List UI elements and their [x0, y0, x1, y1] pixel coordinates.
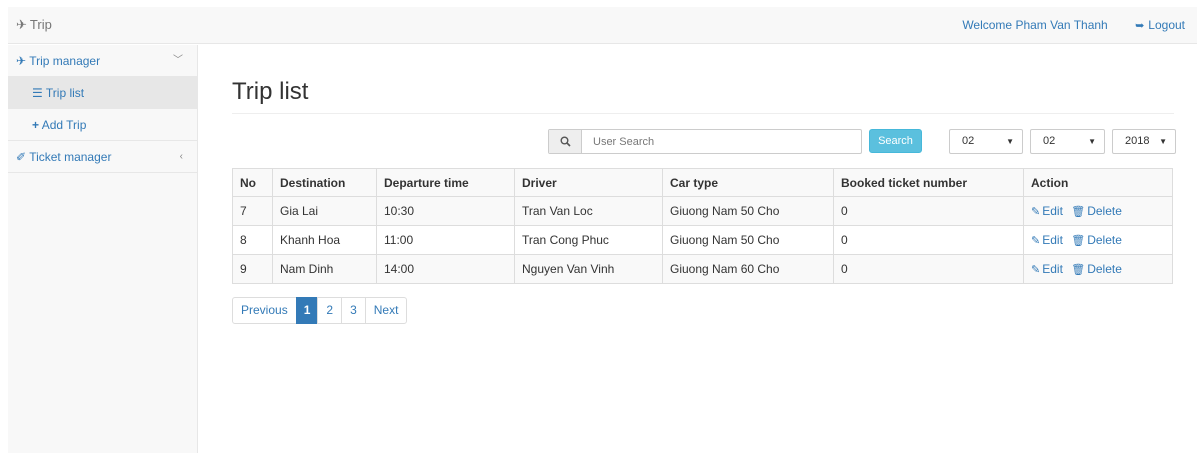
- cell-no: 8: [232, 225, 273, 255]
- trip-table: No Destination Departure time Driver Car…: [232, 168, 1173, 284]
- ticket-icon: ✐: [16, 150, 27, 164]
- title-divider: [232, 113, 1174, 114]
- edit-label: Edit: [1042, 233, 1063, 247]
- edit-button[interactable]: ✎ Edit: [1031, 233, 1063, 247]
- page-button-2[interactable]: 2: [317, 297, 343, 324]
- welcome-link[interactable]: Welcome Pham Van Thanh: [962, 18, 1107, 32]
- year-select[interactable]: 2018 ▼: [1112, 129, 1176, 154]
- dropdown-caret-icon: ▼: [1159, 137, 1167, 146]
- dropdown-caret-icon: ▼: [1088, 137, 1096, 146]
- cell-car-type: Giuong Nam 50 Cho: [662, 225, 834, 255]
- search-button[interactable]: Search: [869, 129, 922, 153]
- top-navbar: ✈ Trip Welcome Pham Van Thanh ➥ Logout: [8, 7, 1197, 44]
- edit-label: Edit: [1042, 262, 1063, 276]
- delete-button[interactable]: 🗑 Delete: [1071, 233, 1122, 247]
- edit-icon: ✎: [1031, 235, 1041, 247]
- column-header: Action: [1023, 168, 1173, 197]
- cell-action: ✎ Edit 🗑 Delete: [1023, 254, 1173, 284]
- cell-car-type: Giuong Nam 60 Cho: [662, 254, 834, 284]
- trash-icon: 🗑: [1071, 235, 1086, 247]
- cell-booked: 0: [833, 196, 1024, 226]
- plus-icon: +: [32, 118, 40, 132]
- cell-destination: Khanh Hoa: [272, 225, 377, 255]
- cell-destination: Nam Dinh: [272, 254, 377, 284]
- chevron-down-icon: ﹀: [173, 55, 183, 66]
- sidebar-item-trip-manager[interactable]: ✈ Trip manager ﹀: [8, 45, 197, 77]
- column-header: Departure time: [376, 168, 515, 197]
- table-row: 8 Khanh Hoa 11:00 Tran Cong Phuc Giuong …: [232, 225, 1173, 255]
- sidebar-item-trip-list[interactable]: ☰ Trip list: [8, 77, 197, 109]
- column-header: No: [232, 168, 273, 197]
- table-row: 7 Gia Lai 10:30 Tran Van Loc Giuong Nam …: [232, 196, 1173, 226]
- cell-booked: 0: [833, 225, 1024, 255]
- delete-button[interactable]: 🗑 Delete: [1071, 262, 1122, 276]
- cell-car-type: Giuong Nam 50 Cho: [662, 196, 834, 226]
- edit-label: Edit: [1042, 204, 1063, 218]
- dropdown-caret-icon: ▼: [1006, 137, 1014, 146]
- sidebar-item-label: Trip manager: [29, 54, 101, 68]
- sidebar-item-label: Trip list: [45, 86, 85, 100]
- cell-time: 10:30: [376, 196, 515, 226]
- chevron-left-icon: ‹: [179, 151, 183, 162]
- month-value: 02: [962, 135, 975, 147]
- table-row: 9 Nam Dinh 14:00 Nguyen Van Vinh Giuong …: [232, 254, 1173, 284]
- page-button-1[interactable]: 1: [295, 297, 319, 324]
- delete-label: Delete: [1087, 233, 1122, 247]
- cell-no: 7: [232, 196, 273, 226]
- user-menu: Welcome Pham Van Thanh ➥ Logout: [962, 7, 1185, 43]
- search-group: [548, 129, 862, 154]
- delete-label: Delete: [1087, 262, 1122, 276]
- logout-link[interactable]: ➥ Logout: [1135, 18, 1185, 32]
- delete-label: Delete: [1087, 204, 1122, 218]
- brand-label: Trip: [29, 17, 52, 32]
- logout-icon: ➥: [1135, 20, 1145, 32]
- cell-driver: Tran Van Loc: [514, 196, 663, 226]
- cell-booked: 0: [833, 254, 1024, 284]
- next-page-button[interactable]: Next: [364, 297, 408, 324]
- column-header: Booked ticket number: [833, 168, 1024, 197]
- cell-driver: Nguyen Van Vinh: [514, 254, 663, 284]
- sidebar-item-label: Add Trip: [41, 118, 87, 132]
- cell-action: ✎ Edit 🗑 Delete: [1023, 196, 1173, 226]
- edit-button[interactable]: ✎ Edit: [1031, 262, 1063, 276]
- cell-no: 9: [232, 254, 273, 284]
- trash-icon: 🗑: [1071, 264, 1086, 276]
- table-header-row: No Destination Departure time Driver Car…: [232, 168, 1173, 197]
- cell-destination: Gia Lai: [272, 196, 377, 226]
- day-value: 02: [1043, 135, 1056, 147]
- edit-icon: ✎: [1031, 206, 1041, 218]
- search-input[interactable]: [583, 130, 861, 153]
- sidebar-item-ticket-manager[interactable]: ✐ Ticket manager ‹: [8, 141, 197, 173]
- sidebar-item-add-trip[interactable]: + Add Trip: [8, 109, 197, 141]
- plane-icon: ✈: [16, 17, 27, 32]
- cell-driver: Tran Cong Phuc: [514, 225, 663, 255]
- column-header: Car type: [662, 168, 834, 197]
- year-value: 2018: [1125, 135, 1150, 147]
- logout-label: Logout: [1148, 18, 1185, 32]
- list-icon: ☰: [32, 86, 43, 100]
- month-select[interactable]: 02 ▼: [949, 129, 1023, 154]
- cell-time: 11:00: [376, 225, 515, 255]
- pagination: Previous 1 2 3 Next: [232, 297, 408, 324]
- delete-button[interactable]: 🗑 Delete: [1071, 204, 1122, 218]
- previous-page-button[interactable]: Previous: [232, 297, 297, 324]
- sidebar-item-label: Ticket manager: [29, 150, 112, 164]
- search-icon: [549, 130, 582, 153]
- day-select[interactable]: 02 ▼: [1030, 129, 1105, 154]
- page-title: Trip list: [232, 78, 309, 105]
- edit-button[interactable]: ✎ Edit: [1031, 204, 1063, 218]
- cell-time: 14:00: [376, 254, 515, 284]
- sidebar: ✈ Trip manager ﹀ ☰ Trip list + Add Trip …: [8, 45, 198, 453]
- trash-icon: 🗑: [1071, 206, 1086, 218]
- brand[interactable]: ✈ Trip: [16, 7, 52, 43]
- plane-icon: ✈: [16, 54, 27, 68]
- column-header: Driver: [514, 168, 663, 197]
- column-header: Destination: [272, 168, 377, 197]
- page-button-3[interactable]: 3: [341, 297, 366, 324]
- edit-icon: ✎: [1031, 264, 1041, 276]
- cell-action: ✎ Edit 🗑 Delete: [1023, 225, 1173, 255]
